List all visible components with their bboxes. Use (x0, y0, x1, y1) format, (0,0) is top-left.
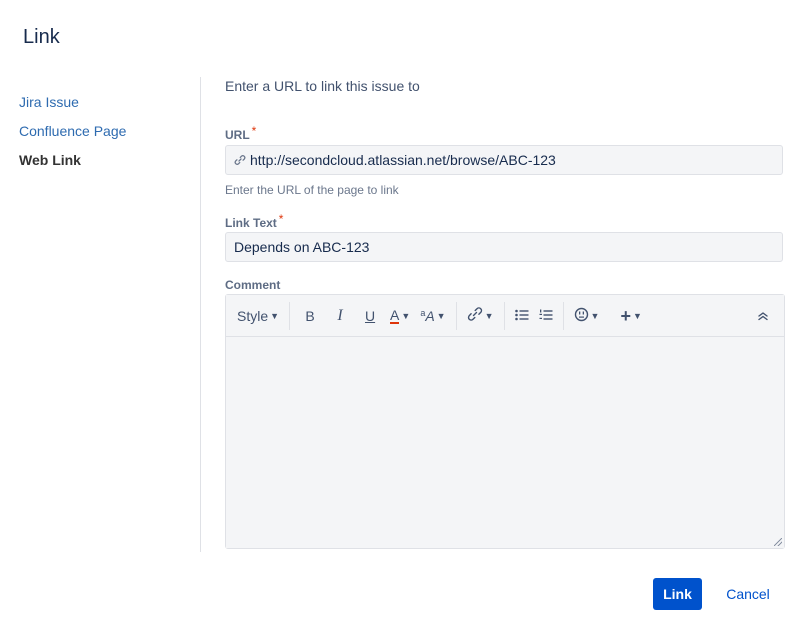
editor-toolbar: Style ▼ B I U A ▼ a A ▼ ▼ ▼ + ▼ (226, 295, 784, 337)
chevron-down-icon: ▼ (590, 310, 600, 321)
style-dropdown[interactable]: Style ▼ (232, 301, 284, 331)
font-size-label: A (425, 307, 435, 324)
underline-button[interactable]: U (355, 301, 385, 331)
insert-more-dropdown[interactable]: + ▼ (615, 301, 646, 331)
cancel-button[interactable]: Cancel (718, 578, 778, 610)
resize-handle[interactable] (774, 538, 782, 546)
link-icon (234, 147, 248, 175)
underline-label: U (364, 307, 376, 324)
chevron-down-icon: ▼ (484, 310, 494, 321)
numbered-list-button[interactable] (534, 301, 558, 331)
emoticon-dropdown[interactable]: ▼ (569, 301, 605, 331)
plus-icon: + (620, 305, 631, 326)
comment-label: Comment (225, 278, 281, 292)
chevron-down-icon: ▼ (436, 310, 446, 321)
link-text-label: Link Text * (225, 212, 283, 230)
url-label-text: URL (225, 128, 250, 142)
bullet-list-button[interactable] (510, 301, 534, 331)
vertical-divider (200, 77, 201, 552)
link-submit-button[interactable]: Link (653, 578, 702, 610)
chevron-down-icon: ▼ (401, 310, 411, 321)
chevron-down-icon: ▼ (270, 310, 280, 321)
comment-textarea[interactable] (226, 338, 784, 548)
toolbar-separator (289, 301, 291, 330)
link-dropdown[interactable]: ▼ (462, 301, 499, 331)
link-text-input[interactable]: Depends on ABC-123 (225, 232, 783, 262)
bullet-list-icon (514, 308, 529, 324)
bold-label: B (305, 307, 315, 324)
sidebar-item-jira-issue[interactable]: Jira Issue (19, 92, 189, 121)
comment-editor: Style ▼ B I U A ▼ a A ▼ ▼ ▼ + ▼ (225, 294, 785, 549)
italic-button[interactable]: I (325, 301, 355, 331)
sidebar-nav: Jira Issue Confluence Page Web Link (19, 92, 189, 179)
numbered-list-icon (539, 308, 553, 324)
collapse-icon (757, 308, 769, 324)
required-marker: * (251, 124, 257, 138)
italic-label: I (337, 306, 343, 324)
superscript-icon: a (420, 307, 426, 318)
emoticon-icon (574, 307, 589, 325)
chevron-down-icon: ▼ (632, 310, 642, 321)
collapse-toolbar-button[interactable] (752, 301, 774, 331)
toolbar-separator (503, 301, 505, 330)
sidebar-item-confluence-page[interactable]: Confluence Page (19, 121, 189, 150)
toolbar-separator (562, 301, 564, 330)
text-color-label: A (390, 306, 400, 324)
url-input[interactable]: http://secondcloud.atlassian.net/browse/… (225, 145, 783, 175)
bold-button[interactable]: B (295, 301, 325, 331)
intro-text: Enter a URL to link this issue to (225, 78, 420, 94)
dialog-title: Link (23, 26, 60, 48)
text-color-dropdown[interactable]: A ▼ (385, 301, 415, 331)
toolbar-separator (455, 301, 457, 330)
sidebar-item-web-link[interactable]: Web Link (19, 150, 189, 179)
style-label: Style (237, 307, 269, 324)
required-marker: * (278, 212, 284, 226)
font-size-dropdown[interactable]: a A ▼ (415, 301, 450, 331)
link-text-value: Depends on ABC-123 (234, 239, 370, 255)
url-value: http://secondcloud.atlassian.net/browse/… (250, 152, 556, 168)
link-text-label-text: Link Text (225, 216, 277, 230)
link-icon (467, 306, 483, 325)
url-label: URL * (225, 124, 256, 142)
url-hint: Enter the URL of the page to link (225, 183, 399, 197)
